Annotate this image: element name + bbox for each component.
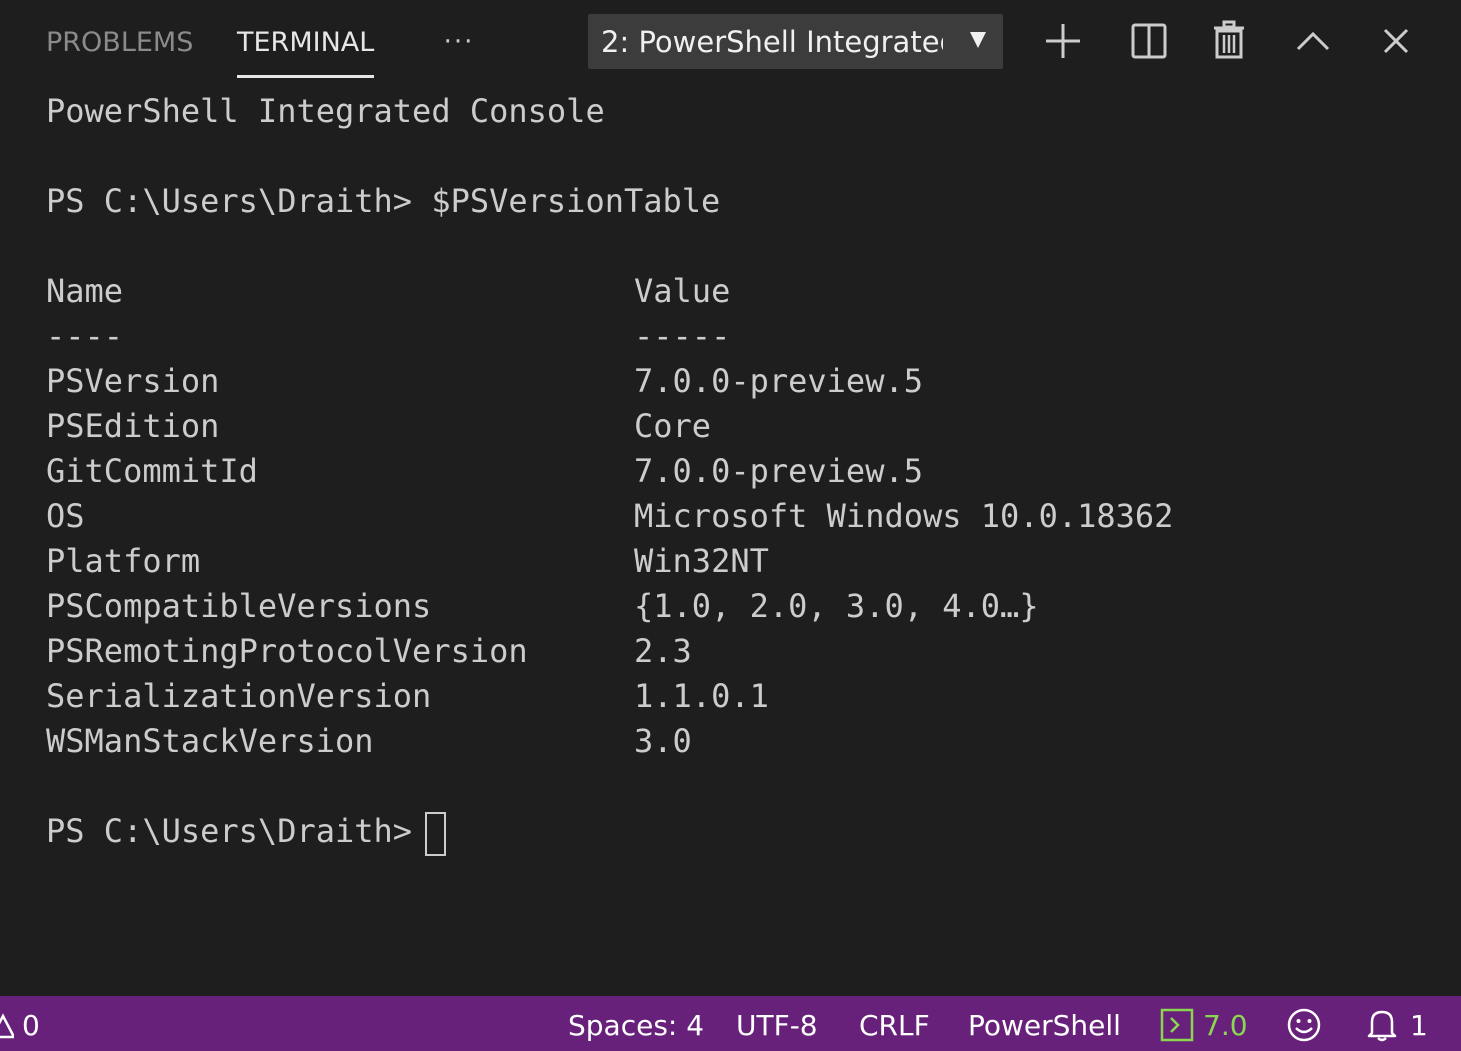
table-separator-value: ----- <box>634 317 731 355</box>
terminal-selector-value: 2: PowerShell Integrated Console <box>601 25 943 59</box>
table-header-value: Value <box>634 272 731 310</box>
chevron-down-icon <box>970 32 986 48</box>
table-row-value: Win32NT <box>634 542 769 580</box>
plus-icon <box>1046 24 1080 58</box>
chevron-up-icon <box>1296 31 1330 51</box>
status-language[interactable]: PowerShell <box>968 996 1121 1051</box>
table-row-value: 3.0 <box>634 722 692 760</box>
close-panel-button[interactable] <box>1373 18 1419 64</box>
table-header-name: Name <box>46 272 124 310</box>
maximize-panel-button[interactable] <box>1290 18 1336 64</box>
table-separator-name: ---- <box>46 317 124 355</box>
close-icon <box>1383 28 1409 54</box>
panel-header: PROBLEMS TERMINAL ··· 2: PowerShell Inte… <box>0 0 1461 86</box>
tab-problems[interactable]: PROBLEMS <box>46 24 193 80</box>
bell-icon <box>1367 1010 1397 1042</box>
terminal-prompt: PS C:\Users\Draith> <box>46 182 413 220</box>
status-warnings[interactable]: 0 <box>0 996 60 1051</box>
split-icon <box>1131 23 1167 59</box>
terminal-cursor <box>425 812 446 856</box>
table-row-name: OS <box>46 497 85 535</box>
table-row-value: {1.0, 2.0, 3.0, 4.0…} <box>634 587 1039 625</box>
table-row-value: 1.1.0.1 <box>634 677 769 715</box>
status-encoding[interactable]: UTF-8 <box>736 996 818 1051</box>
status-bar: 0 Spaces: 4 UTF-8 CRLF PowerShell 7.0 1 <box>0 996 1461 1051</box>
table-row-name: WSManStackVersion <box>46 722 374 760</box>
feedback-button[interactable] <box>1286 996 1322 1051</box>
terminal-banner: PowerShell Integrated Console <box>46 92 605 130</box>
trash-icon <box>1214 20 1244 59</box>
terminal-prompt-line: PS C:\Users\Draith> <box>46 812 413 850</box>
table-row-name: PSCompatibleVersions <box>46 587 432 625</box>
more-actions-icon[interactable]: ··· <box>438 22 480 62</box>
powershell-version: 7.0 <box>1203 1009 1248 1042</box>
table-row-value: 2.3 <box>634 632 692 670</box>
table-row-value: Core <box>634 407 712 445</box>
warning-icon <box>0 1013 14 1039</box>
terminal-command: $PSVersionTable <box>431 182 721 220</box>
table-row-name: PSVersion <box>46 362 220 400</box>
terminal-output[interactable]: PowerShell Integrated Console PS C:\User… <box>0 86 1461 996</box>
table-row-name: SerializationVersion <box>46 677 432 715</box>
notifications-count: 1 <box>1410 1009 1428 1042</box>
terminal-selector[interactable]: 2: PowerShell Integrated Console <box>588 14 1003 69</box>
warnings-count: 0 <box>22 1009 40 1042</box>
status-line-ending[interactable]: CRLF <box>859 996 930 1051</box>
table-row-value: 7.0.0-preview.5 <box>634 362 923 400</box>
table-row-name: GitCommitId <box>46 452 258 490</box>
status-indentation[interactable]: Spaces: 4 <box>568 996 704 1051</box>
split-terminal-button[interactable] <box>1126 18 1172 64</box>
table-row-value: 7.0.0-preview.5 <box>634 452 923 490</box>
table-row-name: PSEdition <box>46 407 220 445</box>
status-powershell-version[interactable]: 7.0 <box>1160 996 1250 1051</box>
smiley-icon <box>1287 1008 1321 1042</box>
status-notifications[interactable]: 1 <box>1366 996 1436 1051</box>
table-row-name: PSRemotingProtocolVersion <box>46 632 528 670</box>
new-terminal-button[interactable] <box>1040 18 1086 64</box>
terminal-command-line: PS C:\Users\Draith> $PSVersionTable <box>46 179 720 224</box>
kill-terminal-button[interactable] <box>1206 18 1252 64</box>
tab-terminal[interactable]: TERMINAL <box>237 24 375 80</box>
terminal-icon <box>1160 1008 1194 1042</box>
table-row-value: Microsoft Windows 10.0.18362 <box>634 497 1174 535</box>
table-row-name: Platform <box>46 542 201 580</box>
